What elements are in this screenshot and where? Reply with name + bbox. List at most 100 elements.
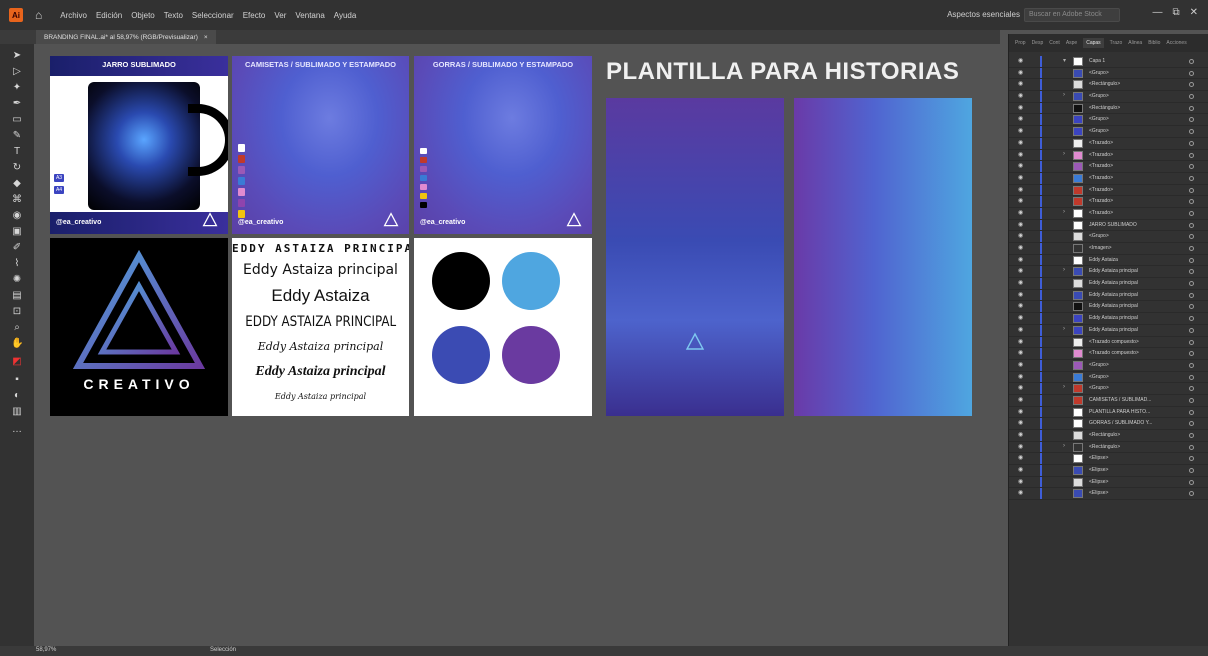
rotate-tool-icon[interactable]: ↻ [11, 162, 23, 174]
layer-target-icon[interactable] [1189, 281, 1194, 287]
layer-row[interactable]: ◉ JARRO SUBLIMADO [1009, 219, 1208, 232]
layer-target-icon[interactable] [1189, 210, 1194, 216]
tab-stroke[interactable]: Trazo [1110, 40, 1123, 46]
layer-name[interactable]: Eddy Astaiza principal [1089, 268, 1138, 274]
visibility-eye-icon[interactable]: ◉ [1018, 303, 1026, 310]
layer-name[interactable]: <Trazado compuesto> [1089, 350, 1139, 356]
visibility-eye-icon[interactable]: ◉ [1018, 81, 1026, 88]
expand-chevron-icon[interactable]: › [1063, 92, 1065, 98]
layer-row[interactable]: ◉ GORRAS / SUBLIMADO Y... [1009, 418, 1208, 430]
menu-edicion[interactable]: Edición [96, 11, 122, 20]
menu-ventana[interactable]: Ventana [295, 11, 324, 20]
visibility-eye-icon[interactable]: ◉ [1018, 140, 1026, 147]
tab-actions[interactable]: Acciones [1166, 40, 1186, 46]
hand-tool-icon[interactable]: ✋ [11, 338, 23, 350]
layer-target-icon[interactable] [1189, 456, 1194, 462]
layer-name[interactable]: <Elipse> [1089, 490, 1108, 496]
menu-ver[interactable]: Ver [274, 11, 286, 20]
visibility-eye-icon[interactable]: ◉ [1018, 374, 1026, 381]
layer-row[interactable]: ◉ <Grupo> [1009, 359, 1208, 372]
visibility-eye-icon[interactable]: ◉ [1018, 467, 1026, 474]
tab-properties[interactable]: Prop [1015, 40, 1026, 46]
type-tool-icon[interactable]: T [11, 146, 23, 158]
layer-name[interactable]: <Elipse> [1089, 479, 1108, 485]
layer-row[interactable]: ◉ <Grupo> [1009, 371, 1208, 384]
zoom-level[interactable]: 58,97% [36, 647, 56, 653]
visibility-eye-icon[interactable]: ◉ [1018, 268, 1026, 275]
visibility-eye-icon[interactable]: ◉ [1018, 163, 1026, 170]
layer-name[interactable]: <Rectángulo> [1089, 444, 1120, 450]
layer-row[interactable]: ◉ › Eddy Astaiza principal [1009, 324, 1208, 337]
visibility-eye-icon[interactable]: ◉ [1018, 128, 1026, 135]
visibility-eye-icon[interactable]: ◉ [1018, 222, 1026, 229]
layer-row[interactable]: ◉ <Rectángulo> [1009, 430, 1208, 442]
layer-target-icon[interactable] [1189, 292, 1194, 298]
visibility-eye-icon[interactable]: ◉ [1018, 432, 1026, 439]
artboard-logo[interactable]: CREATIVO [50, 238, 228, 416]
expand-chevron-icon[interactable]: ▾ [1063, 57, 1066, 64]
layer-target-icon[interactable] [1189, 433, 1194, 438]
visibility-eye-icon[interactable]: ◉ [1018, 455, 1026, 462]
artboard-story-1[interactable] [606, 98, 784, 416]
canvas[interactable]: JARRO SUBLIMADO A3 A4 @ea_creativo CAMIS… [34, 44, 1000, 646]
expand-chevron-icon[interactable]: › [1063, 151, 1065, 157]
layer-target-icon[interactable] [1189, 386, 1194, 392]
layer-target-icon[interactable] [1189, 164, 1194, 170]
layer-name[interactable]: Eddy Astaiza principal [1089, 280, 1138, 286]
magic-wand-tool-icon[interactable]: ✦ [11, 82, 23, 94]
layer-target-icon[interactable] [1189, 222, 1194, 228]
layer-target-icon[interactable] [1189, 351, 1194, 357]
layer-row[interactable]: ◉ <Grupo> [1009, 114, 1208, 127]
drawing-mode-icon[interactable]: ◐ [11, 390, 23, 402]
layer-target-icon[interactable] [1189, 140, 1194, 146]
layer-row[interactable]: ◉ › <Trazado> [1009, 149, 1208, 162]
layer-row[interactable]: ◉ <Trazado> [1009, 161, 1208, 173]
visibility-eye-icon[interactable]: ◉ [1018, 490, 1026, 497]
artboard-shirts[interactable]: CAMISETAS / SUBLIMADO Y ESTAMPADO @ea_cr… [232, 56, 409, 234]
visibility-eye-icon[interactable]: ◉ [1018, 280, 1026, 287]
layer-name[interactable]: <Grupo> [1089, 128, 1109, 134]
visibility-eye-icon[interactable]: ◉ [1018, 362, 1026, 369]
layer-target-icon[interactable] [1189, 187, 1194, 193]
layer-target-icon[interactable] [1189, 257, 1194, 263]
layer-row[interactable]: ◉ Eddy Astaiza principal [1009, 278, 1208, 290]
layer-name[interactable]: <Trazado> [1089, 140, 1113, 146]
color-mode-icon[interactable]: ▪ [11, 374, 23, 386]
layer-target-icon[interactable] [1189, 94, 1194, 100]
layer-name[interactable]: <Trazado> [1089, 187, 1113, 193]
selection-tool-icon[interactable]: ➤ [11, 50, 23, 62]
layer-name[interactable]: <Grupo> [1089, 93, 1109, 99]
visibility-eye-icon[interactable]: ◉ [1018, 420, 1026, 427]
artboard-colors[interactable] [414, 238, 592, 416]
layer-name[interactable]: <Grupo> [1089, 362, 1109, 368]
layer-row[interactable]: ◉ Eddy Astaiza principal [1009, 301, 1208, 314]
artboard-story-2[interactable] [794, 98, 972, 416]
shape-builder-tool-icon[interactable]: ◉ [11, 210, 23, 222]
layer-name[interactable]: <Grupo> [1089, 70, 1109, 76]
layer-target-icon[interactable] [1189, 479, 1194, 485]
eyedropper-tool-icon[interactable]: ✐ [11, 242, 23, 254]
layer-name[interactable]: <Elipse> [1089, 455, 1108, 461]
layer-target-icon[interactable] [1189, 199, 1194, 205]
layer-row[interactable]: ◉ › <Trazado> [1009, 207, 1208, 220]
layer-name[interactable]: <Elipse> [1089, 467, 1108, 473]
layer-name[interactable]: <Trazado> [1089, 210, 1113, 216]
stock-search-input[interactable]: Buscar en Adobe Stock [1024, 8, 1120, 22]
symbol-sprayer-tool-icon[interactable]: ✺ [11, 274, 23, 286]
direct-selection-tool-icon[interactable]: ▷ [11, 66, 23, 78]
layer-target-icon[interactable] [1189, 59, 1194, 64]
layer-row[interactable]: ◉ Eddy Astaiza principal [1009, 289, 1208, 302]
layer-row[interactable]: ◉ CAMISETAS / SUBLIMAD... [1009, 394, 1208, 407]
layer-row[interactable]: ◉ <Trazado compuesto> [1009, 336, 1208, 349]
layer-name[interactable]: JARRO SUBLIMADO [1089, 222, 1137, 228]
layer-row[interactable]: ◉ › <Grupo> [1009, 91, 1208, 103]
layer-name[interactable]: <Rectángulo> [1089, 81, 1120, 87]
layer-target-icon[interactable] [1189, 129, 1194, 135]
layer-target-icon[interactable] [1189, 491, 1194, 497]
layer-target-icon[interactable] [1189, 82, 1194, 88]
layer-name[interactable]: <Rectángulo> [1089, 432, 1120, 438]
layer-name[interactable]: <Trazado> [1089, 198, 1113, 204]
color-swatch-light-blue[interactable] [502, 252, 560, 310]
layer-row[interactable]: ◉ <Elipse> [1009, 476, 1208, 489]
visibility-eye-icon[interactable]: ◉ [1018, 187, 1026, 194]
